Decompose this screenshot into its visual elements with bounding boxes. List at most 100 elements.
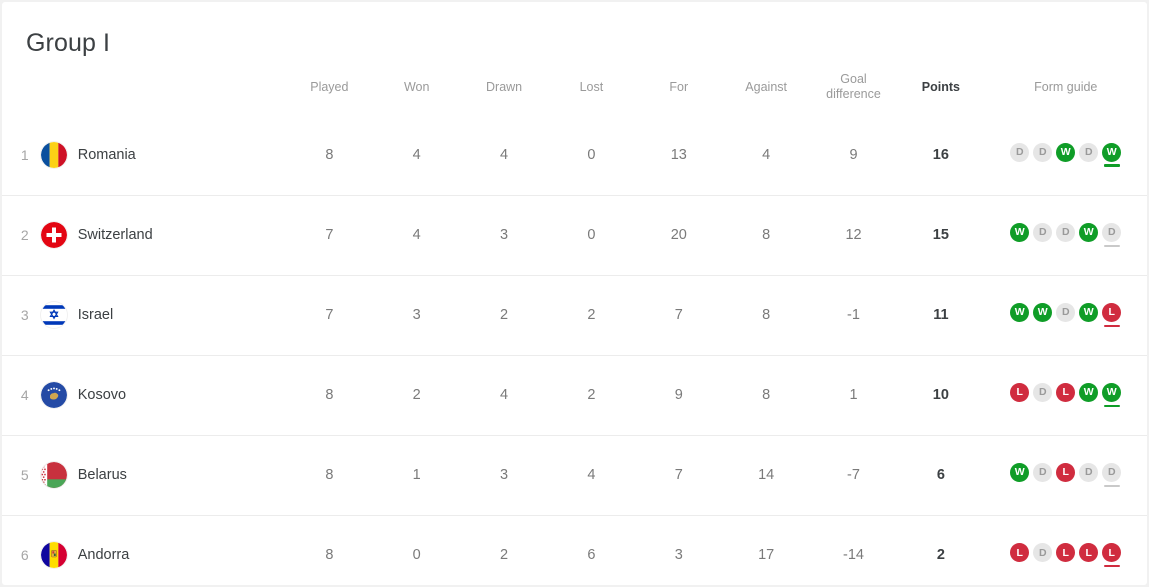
row-lost: 2 [547, 274, 636, 355]
form-badge-d: D [1033, 142, 1053, 162]
row-against: 8 [722, 274, 810, 355]
table-row[interactable]: 1 Romania 8 4 4 0 13 4 9 16 D D W D W [2, 115, 1147, 195]
form-underline-spacer [1035, 485, 1051, 488]
column-header-rank [2, 58, 29, 115]
form-badge-d: D [1010, 142, 1030, 162]
row-points: 6 [897, 434, 985, 515]
form-underline-spacer [1012, 405, 1028, 408]
form-result[interactable]: W [1033, 303, 1053, 328]
form-badge-l: L [1010, 383, 1030, 402]
form-result[interactable]: L [1010, 543, 1030, 568]
row-for: 9 [635, 354, 723, 435]
row-rank: 2 [2, 194, 29, 275]
form-underline-spacer [1035, 325, 1051, 328]
form-result[interactable]: W [1010, 463, 1030, 487]
form-result[interactable]: W [1010, 303, 1030, 328]
form-badge-w: W [1033, 303, 1053, 322]
form-underline-spacer [1012, 245, 1028, 248]
form-badge-d: D [1079, 142, 1099, 162]
table-body: 1 Romania 8 4 4 0 13 4 9 16 D D W D W 2 Switzerland 7 4 3 0 2… [2, 115, 1147, 585]
form-badge-l: L [1056, 463, 1076, 482]
row-rank: 1 [20, 146, 29, 163]
flag-belarus-icon [40, 462, 67, 488]
form-underline-spacer [1012, 325, 1028, 328]
form-result[interactable]: L [1056, 383, 1076, 407]
form-badge-w: W [1010, 303, 1030, 322]
form-badge-w: W [1010, 223, 1030, 242]
row-rank: 4 [2, 354, 29, 435]
row-goal-difference: 9 [849, 146, 858, 163]
form-result[interactable]: L [1102, 303, 1122, 327]
form-result[interactable]: D [1079, 463, 1099, 488]
form-badge-w: W [1010, 463, 1030, 482]
form-result[interactable]: D [1010, 142, 1030, 167]
row-lost: 6 [547, 514, 636, 585]
form-result[interactable]: W [1010, 223, 1030, 248]
latest-match-indicator [1103, 244, 1120, 247]
form-result[interactable]: W [1056, 142, 1076, 167]
form-result[interactable]: D [1079, 142, 1099, 167]
row-won: 4 [412, 146, 421, 163]
row-goal-difference: 12 [809, 194, 898, 275]
row-points: 2 [897, 514, 985, 585]
form-underline-spacer [1081, 245, 1097, 248]
row-team[interactable]: Belarus [28, 434, 286, 515]
form-result[interactable]: L [1056, 543, 1076, 567]
team-name: Belarus [77, 467, 127, 483]
row-team[interactable]: Romania [29, 115, 286, 195]
form-badge-w: W [1102, 142, 1122, 162]
latest-match-indicator [1103, 564, 1120, 568]
form-result[interactable]: D [1056, 223, 1076, 248]
row-against: 17 [722, 514, 810, 585]
form-result[interactable]: W [1079, 223, 1099, 248]
form-badge-l: L [1079, 543, 1099, 563]
form-badge-w: W [1079, 383, 1099, 402]
form-result[interactable]: D [1102, 223, 1122, 247]
form-result[interactable]: D [1033, 223, 1053, 247]
form-result[interactable]: D [1102, 463, 1122, 487]
form-result[interactable]: W [1102, 383, 1122, 407]
form-result[interactable]: L [1010, 383, 1030, 408]
form-badge-d: D [1102, 463, 1122, 482]
row-team[interactable]: Israel [28, 274, 286, 355]
row-drawn: 2 [460, 274, 548, 355]
table-row[interactable]: 3 Israel 7 3 2 2 7 8 -1 11 W W D W L [2, 274, 1147, 355]
row-for: 7 [635, 434, 723, 515]
form-result[interactable]: D [1033, 543, 1053, 567]
form-underline-spacer [1058, 245, 1074, 248]
form-underline-spacer [1081, 485, 1097, 488]
row-drawn: 3 [460, 434, 548, 515]
form-result[interactable]: D [1033, 383, 1053, 407]
form-underline-spacer [1012, 565, 1028, 568]
row-played: 8 [325, 146, 334, 163]
form-result[interactable]: L [1079, 543, 1099, 567]
latest-match-indicator [1103, 404, 1120, 407]
table-row[interactable]: 4 Kosovo 8 2 4 2 9 8 1 10 L D L W W [2, 354, 1147, 435]
row-points: 15 [897, 194, 985, 275]
column-header-goal-difference: Goal difference [810, 58, 897, 115]
latest-match-indicator [1103, 324, 1120, 327]
form-result[interactable]: D [1033, 142, 1053, 167]
row-lost: 0 [547, 194, 636, 275]
table-row[interactable]: 2 Switzerland 7 4 3 0 20 8 12 15 W D D W D [2, 194, 1147, 275]
row-points: 11 [897, 274, 985, 355]
form-result[interactable]: D [1056, 303, 1076, 327]
row-drawn: 2 [460, 514, 548, 585]
row-team[interactable]: Andorra [28, 514, 286, 585]
standings-table: Played Won Drawn Lost For Against Goal d… [2, 58, 1147, 585]
row-played: 8 [285, 514, 374, 585]
table-row[interactable]: 6 Andorra 8 0 2 6 3 17 -14 2 L D L L L [2, 514, 1147, 585]
row-goal-difference: -1 [809, 274, 898, 355]
form-result[interactable]: W [1079, 303, 1099, 327]
row-played: 7 [285, 194, 374, 275]
row-team[interactable]: Switzerland [28, 194, 286, 275]
form-result[interactable]: L [1056, 463, 1076, 487]
form-underline-spacer [1081, 164, 1097, 167]
form-result[interactable]: W [1102, 142, 1122, 167]
form-result[interactable]: L [1102, 543, 1122, 568]
row-team[interactable]: Kosovo [28, 354, 286, 435]
row-form-guide: LDLWW [984, 354, 1147, 435]
form-result[interactable]: W [1079, 383, 1099, 407]
table-row[interactable]: 5 Belarus 8 1 3 4 7 14 -7 6 W D L D D [2, 434, 1147, 515]
form-result[interactable]: D [1033, 463, 1053, 488]
